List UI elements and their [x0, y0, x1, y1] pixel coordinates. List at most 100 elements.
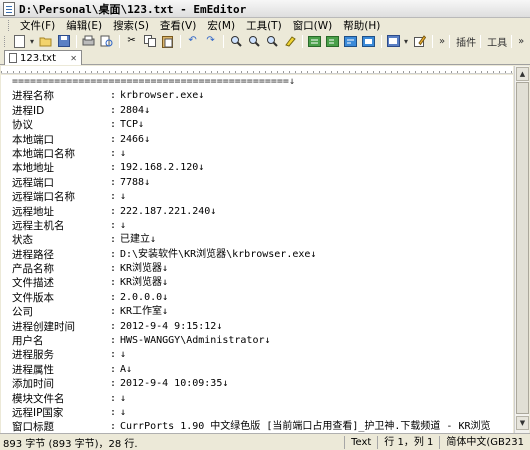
- find-prev-icon[interactable]: [264, 34, 279, 48]
- menu-file[interactable]: 文件(F): [16, 18, 62, 33]
- status-encoding[interactable]: 简体中文(GB231: [439, 435, 530, 449]
- document-line: 本地端口名称: ↓: [12, 147, 491, 161]
- field-name: 进程服务: [12, 349, 54, 362]
- field-colon: :: [110, 335, 117, 347]
- field-value: TCP↓: [120, 119, 145, 131]
- menu-window[interactable]: 窗口(W): [289, 18, 340, 33]
- tab-close-icon[interactable]: ✕: [70, 54, 77, 63]
- menu-search[interactable]: 搜索(S): [109, 18, 156, 33]
- document-line: 远程主机名: ↓: [12, 219, 491, 233]
- text-editor[interactable]: ========================================…: [1, 75, 513, 433]
- wrap-window-icon[interactable]: [343, 34, 358, 48]
- menu-tools[interactable]: 工具(T): [242, 18, 289, 33]
- field-value: ↓: [120, 191, 127, 203]
- open-folder-icon[interactable]: [38, 34, 53, 48]
- field-value: ↓: [120, 147, 127, 159]
- wrap-chars-icon[interactable]: [325, 34, 340, 48]
- find-icon[interactable]: [228, 34, 243, 48]
- field-value: 222.187.221.240↓: [120, 205, 217, 217]
- document-line: 模块文件名: ↓: [12, 392, 491, 406]
- toolbar-separator: [480, 34, 482, 48]
- status-bar: 893 字节 (893 字节)，28 行. Text 行 1，列 1 简体中文(…: [0, 433, 530, 450]
- field-name: 产品名称: [12, 263, 54, 276]
- scroll-up-icon[interactable]: ▲: [516, 67, 529, 81]
- menu-view[interactable]: 查看(V): [156, 18, 203, 33]
- field-colon: :: [110, 421, 117, 433]
- field-colon: :: [110, 234, 117, 246]
- menu-macro[interactable]: 宏(M): [203, 18, 242, 33]
- toolbar-separator: [381, 34, 383, 48]
- field-value: 2012-9-4 10:09:35↓: [120, 378, 229, 390]
- copy-icon[interactable]: [142, 34, 157, 48]
- field-value: ↓: [120, 406, 127, 418]
- field-value: 2.0.0.0↓: [120, 291, 169, 303]
- config-icon[interactable]: [386, 34, 401, 48]
- status-position: 行 1，列 1: [377, 435, 439, 449]
- toolbar-grip: [4, 35, 7, 47]
- paste-icon[interactable]: [160, 34, 175, 48]
- field-value: D:\安装软件\KR浏览器\krbrowser.exe↓: [120, 248, 317, 260]
- toolbar-overflow-chevron[interactable]: »: [516, 36, 526, 47]
- vertical-scrollbar[interactable]: ▲ ▼: [514, 66, 529, 433]
- find-next-icon[interactable]: [246, 34, 261, 48]
- highlight-icon[interactable]: [282, 34, 297, 48]
- field-value: KR工作室↓: [120, 306, 169, 318]
- window-title: D:\Personal\桌面\123.txt - EmEditor: [19, 2, 247, 16]
- new-dropdown-icon[interactable]: ▾: [30, 37, 34, 46]
- field-name: 窗口标题: [12, 421, 54, 433]
- field-name: 公司: [12, 306, 33, 319]
- document-line: 用户名: HWS-WANGGY\Administrator↓: [12, 334, 491, 348]
- toolbar-separator: [449, 34, 451, 48]
- field-value: 已建立↓: [120, 234, 157, 246]
- cut-icon[interactable]: ✂: [124, 34, 139, 48]
- menu-edit[interactable]: 编辑(E): [62, 18, 109, 33]
- field-name: 添加时间: [12, 378, 54, 391]
- field-colon: :: [110, 162, 117, 174]
- document-line: 远程端口:7788↓: [12, 176, 491, 190]
- field-name: 用户名: [12, 335, 44, 348]
- separator-line: ========================================…: [12, 76, 295, 87]
- save-icon[interactable]: [56, 34, 71, 48]
- field-name: 文件描述: [12, 277, 54, 290]
- wrap-page-icon[interactable]: [361, 34, 376, 48]
- print-preview-icon[interactable]: [99, 34, 114, 48]
- field-name: 远程端口名称: [12, 191, 75, 204]
- field-name: 远程端口: [12, 176, 54, 189]
- toolbar-separator: [511, 34, 513, 48]
- undo-icon[interactable]: ↶: [185, 34, 200, 48]
- document-line: 远程端口名称: ↓: [12, 190, 491, 204]
- field-name: 状态: [12, 234, 33, 247]
- field-name: 远程地址: [12, 205, 54, 218]
- document-line: 文件描述: KR浏览器↓: [12, 276, 491, 290]
- field-colon: :: [110, 248, 117, 260]
- document-line: 远程地址:222.187.221.240↓: [12, 205, 491, 219]
- print-icon[interactable]: [81, 34, 96, 48]
- field-colon: :: [110, 378, 117, 390]
- tab-123-txt[interactable]: 123.txt ✕: [4, 50, 82, 65]
- field-colon: :: [110, 133, 117, 145]
- menu-bar: 文件(F) 编辑(E) 搜索(S) 查看(V) 宏(M) 工具(T) 窗口(W)…: [0, 18, 530, 33]
- status-mode[interactable]: Text: [344, 435, 377, 449]
- toolbar-separator: [76, 34, 78, 48]
- menu-help[interactable]: 帮助(H): [339, 18, 387, 33]
- toolbar-overflow-chevron[interactable]: »: [437, 36, 447, 47]
- redo-icon[interactable]: ↷: [203, 34, 218, 48]
- field-name: 进程路径: [12, 248, 54, 261]
- scroll-thumb[interactable]: [516, 82, 529, 414]
- main-toolbar: ▾ ✂ ↶ ↷ ▾ » 插件 工具 »: [0, 33, 530, 49]
- document-line: 产品名称: KR浏览器↓: [12, 262, 491, 276]
- wrap-none-icon[interactable]: [307, 34, 322, 48]
- config-dropdown-icon[interactable]: ▾: [404, 37, 408, 46]
- document-line: 进程属性: A↓: [12, 363, 491, 377]
- customize-icon[interactable]: [412, 34, 427, 48]
- toolbar-separator: [223, 34, 225, 48]
- toolbar-separator: [432, 34, 434, 48]
- plugins-toolbar-label[interactable]: 插件: [454, 34, 478, 49]
- field-colon: :: [110, 205, 117, 217]
- new-file-icon[interactable]: [12, 34, 27, 48]
- tools-toolbar-label[interactable]: 工具: [485, 34, 509, 49]
- title-bar: D:\Personal\桌面\123.txt - EmEditor: [0, 0, 530, 18]
- document-tab-bar: 123.txt ✕: [0, 49, 530, 65]
- scroll-down-icon[interactable]: ▼: [516, 416, 529, 430]
- menu-grip: [8, 20, 11, 31]
